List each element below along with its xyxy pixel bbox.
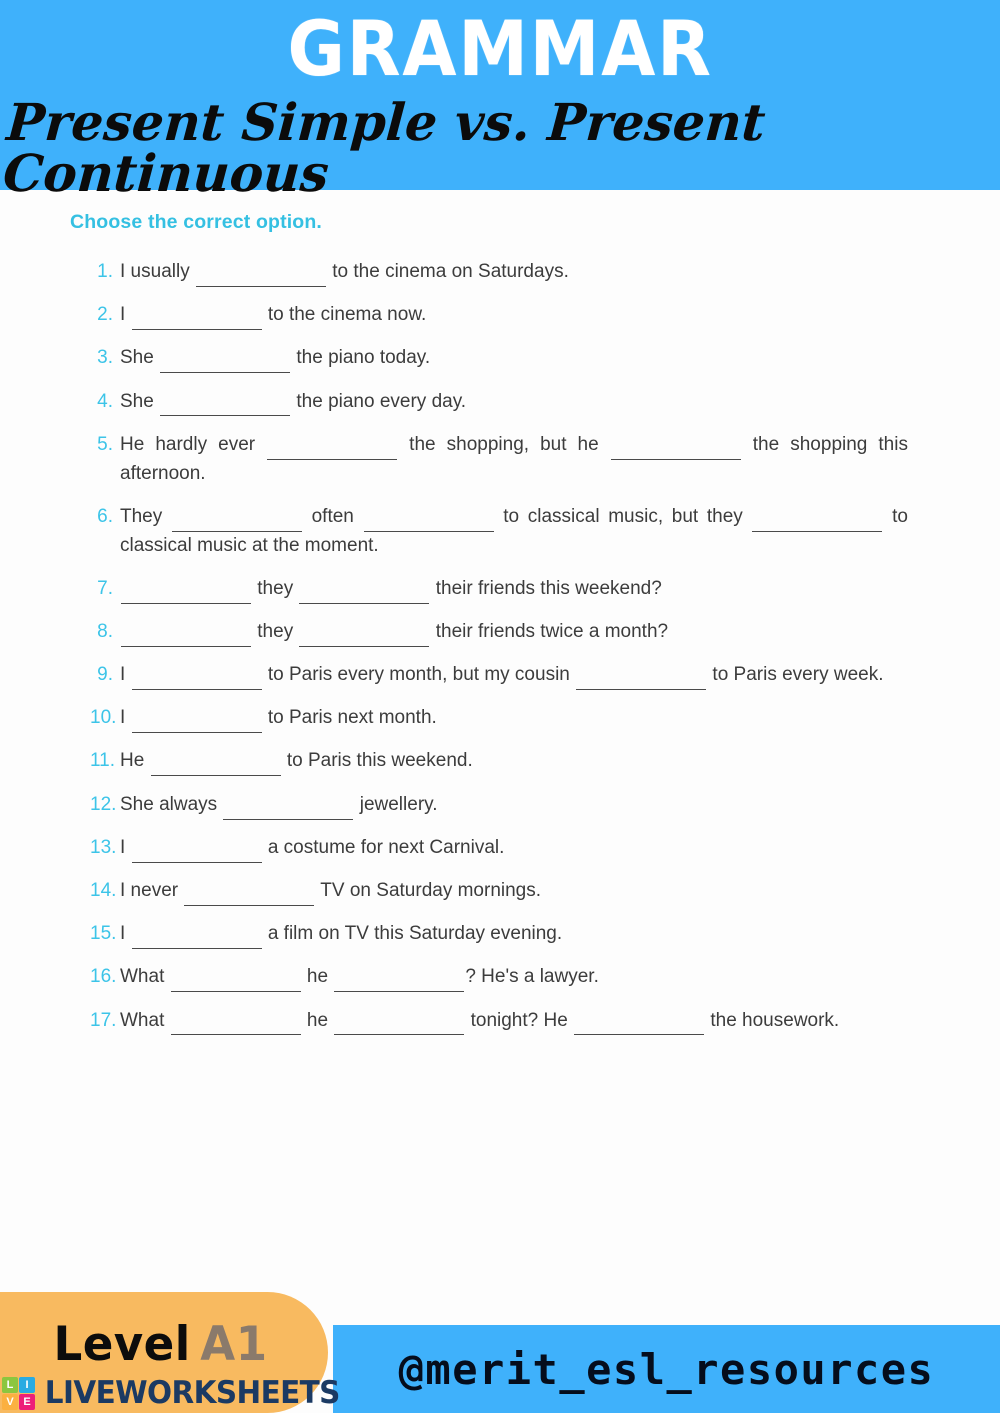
- exercise-list: 1. I usually to the cinema on Saturdays. 2…: [90, 258, 908, 1050]
- answer-blank[interactable]: [131, 312, 262, 331]
- social-handle: @merit_esl_resources: [398, 1344, 935, 1394]
- exercise-item-text: She the piano today.: [120, 344, 908, 374]
- exercise-item-text: She the piano every day.: [120, 388, 908, 417]
- level-badge-text: Level A1: [54, 1317, 268, 1372]
- liveworksheets-watermark: LIVE LIVEWORKSHEETS: [2, 1375, 348, 1411]
- exercise-item-number: 11.: [90, 750, 116, 772]
- exercise-item: 13. I a costume for next Carnival.: [90, 834, 908, 863]
- exercise-item-text: What he ? He's a lawyer.: [120, 963, 908, 993]
- answer-blank[interactable]: [131, 715, 262, 734]
- exercise-item-text: She always jewellery.: [120, 791, 908, 820]
- answer-blank[interactable]: [160, 398, 291, 417]
- liveworksheets-wordmark: LIVEWORKSHEETS: [44, 1375, 341, 1411]
- exercise-item-number: 3.: [97, 347, 113, 369]
- exercise-item: 4. She the piano every day.: [90, 388, 908, 417]
- exercise-item-number: 14.: [90, 879, 117, 901]
- page-title: GRAMMAR: [287, 4, 713, 93]
- answer-blank[interactable]: [131, 845, 262, 863]
- exercise-item-text: they their friends twice a month?: [120, 618, 908, 647]
- exercise-item-text: I to Paris next month.: [120, 704, 908, 734]
- answer-blank[interactable]: [121, 586, 251, 604]
- exercise-item-number: 1.: [97, 261, 113, 282]
- answer-blank[interactable]: [223, 801, 354, 820]
- logo-tile-l: L: [2, 1376, 18, 1393]
- exercise-item-number: 8.: [97, 620, 113, 642]
- instruction-text: Choose the correct option.: [70, 211, 323, 233]
- answer-blank[interactable]: [267, 442, 398, 460]
- exercise-item-number: 2.: [97, 304, 113, 326]
- answer-blank[interactable]: [610, 442, 741, 460]
- answer-blank[interactable]: [170, 974, 301, 993]
- exercise-item: 7. they their friends this weekend?: [90, 575, 908, 604]
- answer-blank[interactable]: [299, 629, 430, 647]
- exercise-item: 15. I a film on TV this Saturday evening.: [90, 920, 908, 950]
- exercise-item-number: 4.: [97, 390, 113, 412]
- answer-blank[interactable]: [184, 888, 315, 906]
- worksheet-header: GRAMMAR Present Simple vs. Present Conti…: [0, 0, 1000, 204]
- exercise-item-number: 9.: [97, 664, 113, 686]
- answer-blank[interactable]: [363, 514, 494, 532]
- exercise-item-text: I to the cinema now.: [120, 301, 908, 331]
- exercise-item-text: What he tonight? He the housework.: [120, 1007, 908, 1036]
- answer-blank[interactable]: [171, 514, 302, 532]
- exercise-item-number: 7.: [97, 577, 113, 599]
- exercise-item: 17. What he tonight? He the housework.: [90, 1007, 908, 1036]
- level-label: Level: [53, 1317, 192, 1372]
- answer-blank[interactable]: [195, 269, 326, 287]
- exercise-item-number: 10.: [90, 707, 117, 729]
- exercise-item-number: 5.: [97, 433, 113, 455]
- exercise-item-text: I a film on TV this Saturday evening.: [120, 920, 908, 950]
- exercise-item: 16. What he ? He's a lawyer.: [90, 963, 908, 993]
- answer-blank[interactable]: [131, 931, 262, 950]
- exercise-item-text: He to Paris this weekend.: [120, 747, 908, 777]
- exercise-item: 12. She always jewellery.: [90, 791, 908, 820]
- exercise-item-text: I never TV on Saturday mornings.: [120, 877, 908, 906]
- exercise-item: 9. I to Paris every month, but my cousin …: [90, 661, 908, 690]
- exercise-item-number: 17.: [90, 1009, 117, 1031]
- exercise-item-number: 13.: [90, 836, 117, 858]
- answer-blank[interactable]: [160, 355, 291, 374]
- exercise-item-number: 12.: [90, 793, 117, 815]
- exercise-item-number: 15.: [90, 923, 117, 945]
- exercise-item: 6. They often to classical music, but the…: [90, 503, 908, 561]
- answer-blank[interactable]: [334, 974, 465, 993]
- exercise-item: 8. they their friends twice a month?: [90, 618, 908, 647]
- page-subtitle: Present Simple vs. Present Continuous: [1, 93, 768, 205]
- exercise-item-text: I to Paris every month, but my cousin to…: [120, 661, 908, 690]
- exercise-item: 1. I usually to the cinema on Saturdays.: [90, 258, 908, 287]
- answer-blank[interactable]: [334, 1017, 465, 1036]
- logo-tile-v: V: [2, 1393, 18, 1410]
- liveworksheets-logo-icon: LIVE: [2, 1376, 35, 1410]
- exercise-item: 14. I never TV on Saturday mornings.: [90, 877, 908, 906]
- footer-social-band: @merit_esl_resources: [333, 1325, 1000, 1413]
- exercise-item-text: I usually to the cinema on Saturdays.: [120, 258, 908, 287]
- exercise-item: 10. I to Paris next month.: [90, 704, 908, 734]
- answer-blank[interactable]: [150, 758, 281, 777]
- exercise-item: 5. He hardly ever the shopping, but he th…: [90, 431, 908, 489]
- exercise-item-text: they their friends this weekend?: [120, 575, 908, 604]
- exercise-item: 11. He to Paris this weekend.: [90, 747, 908, 777]
- exercise-item-text: He hardly ever the shopping, but he the …: [120, 433, 908, 484]
- answer-blank[interactable]: [131, 672, 262, 690]
- logo-tile-e: E: [19, 1393, 35, 1410]
- exercise-item-number: 6.: [97, 505, 113, 527]
- exercise-item-text: They often to classical music, but they …: [120, 505, 908, 556]
- answer-blank[interactable]: [121, 629, 251, 647]
- logo-tile-i: I: [19, 1376, 35, 1393]
- answer-blank[interactable]: [299, 586, 430, 604]
- exercise-item: 3. She the piano today.: [90, 344, 908, 374]
- exercise-item-text: I a costume for next Carnival.: [120, 834, 908, 863]
- answer-blank[interactable]: [576, 672, 707, 690]
- level-code: A1: [200, 1317, 269, 1372]
- answer-blank[interactable]: [752, 514, 883, 532]
- answer-blank[interactable]: [574, 1017, 705, 1036]
- exercise-item-number: 16.: [90, 966, 117, 988]
- answer-blank[interactable]: [170, 1017, 301, 1036]
- exercise-item: 2. I to the cinema now.: [90, 301, 908, 331]
